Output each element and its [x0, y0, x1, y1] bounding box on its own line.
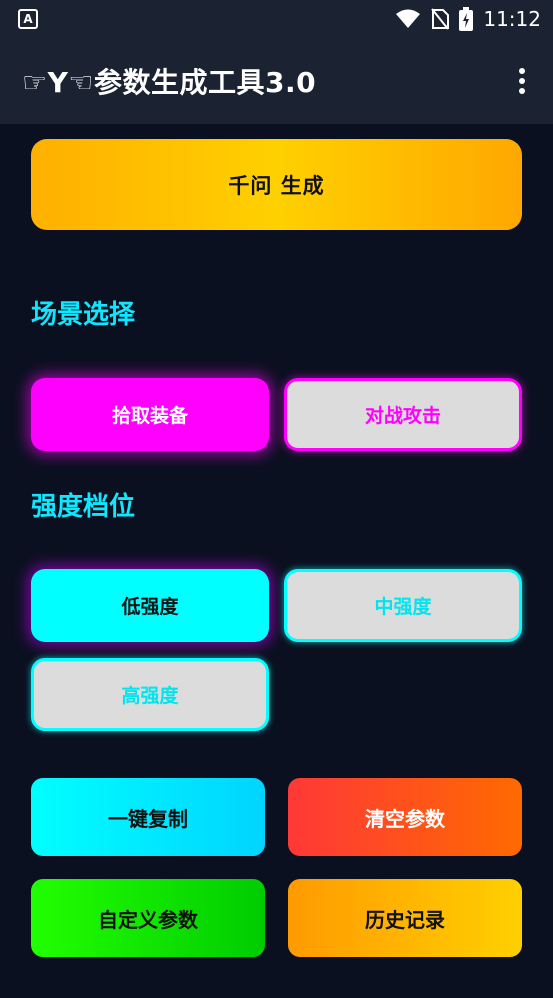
wifi-icon: [396, 9, 421, 28]
strength-option-low[interactable]: 低强度: [31, 569, 269, 642]
scene-section-title: 场景选择: [31, 300, 136, 330]
strength-option-high[interactable]: 高强度: [31, 658, 269, 731]
scene-option-battle[interactable]: 对战攻击: [284, 378, 522, 451]
clear-button[interactable]: 清空参数: [288, 778, 522, 856]
history-button[interactable]: 历史记录: [288, 879, 522, 957]
main-content: 千问 生成 场景选择 拾取装备 对战攻击 强度档位 低强度 中强度 高强度 一键…: [0, 139, 553, 998]
status-time: 11:12: [483, 6, 541, 31]
strength-option-medium[interactable]: 中强度: [284, 569, 522, 642]
app-bar: ☞Y☜参数生成工具3.0: [0, 37, 553, 124]
battery-icon: [459, 6, 474, 31]
overflow-menu-icon[interactable]: [513, 62, 531, 100]
keyboard-icon: A: [18, 8, 38, 29]
scene-option-pickup[interactable]: 拾取装备: [31, 378, 269, 451]
custom-params-button[interactable]: 自定义参数: [31, 879, 265, 957]
status-icons: 11:12: [395, 6, 541, 31]
copy-button[interactable]: 一键复制: [31, 778, 265, 856]
strength-section-title: 强度档位: [31, 492, 136, 522]
status-bar: A 11:12: [0, 0, 553, 37]
generate-button[interactable]: 千问 生成: [31, 139, 522, 230]
app-title: ☞Y☜参数生成工具3.0: [22, 65, 317, 99]
no-sim-icon: [431, 7, 450, 30]
